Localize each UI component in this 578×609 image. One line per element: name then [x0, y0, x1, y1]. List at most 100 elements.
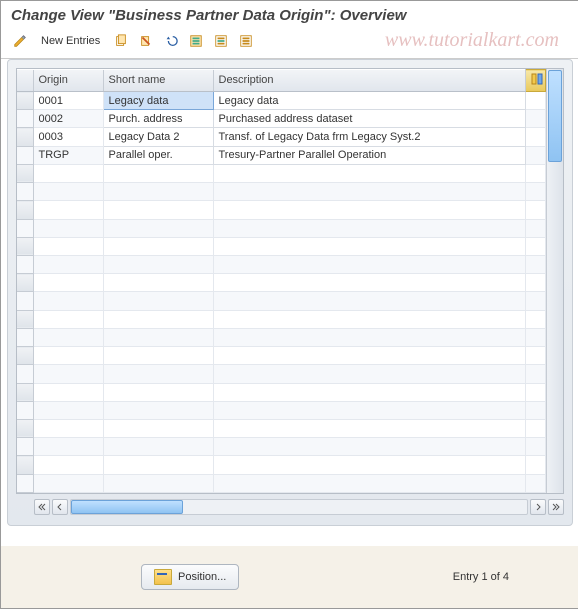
- cell-desc[interactable]: [213, 401, 526, 419]
- cell-origin[interactable]: [33, 255, 103, 273]
- cell-origin[interactable]: [33, 183, 103, 201]
- row-selector[interactable]: [17, 292, 33, 310]
- row-selector[interactable]: [17, 183, 33, 201]
- row-selector[interactable]: [17, 456, 33, 474]
- vertical-scrollbar-thumb[interactable]: [548, 70, 562, 162]
- cell-desc[interactable]: [213, 328, 526, 346]
- cell-short[interactable]: [103, 438, 213, 456]
- cell-origin[interactable]: [33, 328, 103, 346]
- cell-desc[interactable]: [213, 310, 526, 328]
- cell-desc[interactable]: Tresury-Partner Parallel Operation: [213, 146, 526, 164]
- cell-desc[interactable]: [213, 292, 526, 310]
- cell-desc[interactable]: [213, 474, 526, 492]
- scroll-right-icon[interactable]: [530, 499, 546, 515]
- row-selector[interactable]: [17, 383, 33, 401]
- row-selector[interactable]: [17, 365, 33, 383]
- cell-short[interactable]: [103, 237, 213, 255]
- cell-desc[interactable]: [213, 419, 526, 437]
- cell-origin[interactable]: [33, 419, 103, 437]
- cell-desc[interactable]: [213, 438, 526, 456]
- cell-short[interactable]: [103, 219, 213, 237]
- row-selector[interactable]: [17, 164, 33, 182]
- row-selector[interactable]: [17, 128, 33, 146]
- row-selector[interactable]: [17, 347, 33, 365]
- cell-origin[interactable]: [33, 292, 103, 310]
- row-selector[interactable]: [17, 110, 33, 128]
- cell-short[interactable]: [103, 456, 213, 474]
- row-selector[interactable]: [17, 237, 33, 255]
- cell-origin[interactable]: [33, 237, 103, 255]
- cell-short[interactable]: [103, 328, 213, 346]
- cell-short[interactable]: Legacy data: [103, 92, 213, 110]
- cell-short[interactable]: [103, 419, 213, 437]
- cell-origin[interactable]: [33, 164, 103, 182]
- row-selector[interactable]: [17, 419, 33, 437]
- row-selector[interactable]: [17, 146, 33, 164]
- cell-origin[interactable]: [33, 383, 103, 401]
- cell-desc[interactable]: [213, 237, 526, 255]
- horizontal-scrollbar-track[interactable]: [70, 499, 528, 515]
- position-button[interactable]: Position...: [141, 564, 239, 590]
- cell-origin[interactable]: 0001: [33, 92, 103, 110]
- col-origin-header[interactable]: Origin: [33, 70, 103, 92]
- cell-desc[interactable]: [213, 383, 526, 401]
- row-selector[interactable]: [17, 474, 33, 492]
- copy-as-icon[interactable]: [110, 30, 132, 52]
- cell-origin[interactable]: [33, 310, 103, 328]
- col-desc-header[interactable]: Description: [213, 70, 526, 92]
- vertical-scrollbar[interactable]: [546, 69, 563, 493]
- cell-desc[interactable]: Purchased address dataset: [213, 110, 526, 128]
- cell-desc[interactable]: [213, 219, 526, 237]
- cell-desc[interactable]: [213, 255, 526, 273]
- cell-short[interactable]: [103, 274, 213, 292]
- cell-origin[interactable]: [33, 438, 103, 456]
- row-selector-header[interactable]: [17, 70, 33, 92]
- row-selector[interactable]: [17, 255, 33, 273]
- col-short-header[interactable]: Short name: [103, 70, 213, 92]
- cell-short[interactable]: [103, 401, 213, 419]
- cell-short[interactable]: [103, 474, 213, 492]
- cell-short[interactable]: Parallel oper.: [103, 146, 213, 164]
- cell-short[interactable]: [103, 164, 213, 182]
- cell-short[interactable]: [103, 310, 213, 328]
- cell-origin[interactable]: [33, 474, 103, 492]
- cell-desc[interactable]: [213, 274, 526, 292]
- scroll-last-icon[interactable]: [548, 499, 564, 515]
- change-display-icon[interactable]: [9, 30, 31, 52]
- horizontal-scrollbar-thumb[interactable]: [71, 500, 183, 514]
- cell-origin[interactable]: [33, 347, 103, 365]
- cell-origin[interactable]: 0002: [33, 110, 103, 128]
- cell-origin[interactable]: [33, 365, 103, 383]
- cell-short[interactable]: [103, 183, 213, 201]
- cell-short[interactable]: [103, 365, 213, 383]
- cell-desc[interactable]: [213, 183, 526, 201]
- row-selector[interactable]: [17, 219, 33, 237]
- scroll-left-icon[interactable]: [52, 499, 68, 515]
- cell-short[interactable]: [103, 383, 213, 401]
- configure-columns-icon[interactable]: [526, 70, 546, 92]
- scroll-first-icon[interactable]: [34, 499, 50, 515]
- row-selector[interactable]: [17, 201, 33, 219]
- select-block-icon[interactable]: [210, 30, 232, 52]
- cell-desc[interactable]: Transf. of Legacy Data frm Legacy Syst.2: [213, 128, 526, 146]
- cell-short[interactable]: Legacy Data 2: [103, 128, 213, 146]
- cell-origin[interactable]: TRGP: [33, 146, 103, 164]
- deselect-all-icon[interactable]: [235, 30, 257, 52]
- cell-desc[interactable]: [213, 456, 526, 474]
- cell-desc[interactable]: Legacy data: [213, 92, 526, 110]
- row-selector[interactable]: [17, 310, 33, 328]
- row-selector[interactable]: [17, 438, 33, 456]
- row-selector[interactable]: [17, 274, 33, 292]
- cell-origin[interactable]: [33, 219, 103, 237]
- cell-origin[interactable]: [33, 401, 103, 419]
- cell-desc[interactable]: [213, 347, 526, 365]
- row-selector[interactable]: [17, 401, 33, 419]
- undo-icon[interactable]: [160, 30, 182, 52]
- cell-short[interactable]: Purch. address: [103, 110, 213, 128]
- cell-origin[interactable]: [33, 274, 103, 292]
- delete-icon[interactable]: [135, 30, 157, 52]
- row-selector[interactable]: [17, 328, 33, 346]
- new-entries-button[interactable]: New Entries: [34, 30, 107, 52]
- cell-origin[interactable]: [33, 456, 103, 474]
- cell-desc[interactable]: [213, 201, 526, 219]
